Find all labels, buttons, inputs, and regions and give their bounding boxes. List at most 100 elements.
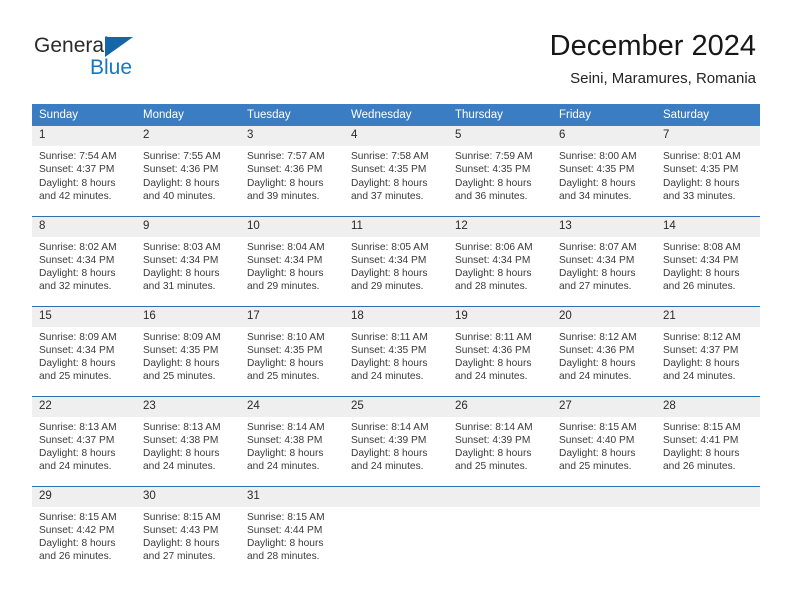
sunrise-time: Sunrise: 8:02 AM bbox=[39, 241, 117, 253]
day-number: 19 bbox=[448, 306, 552, 327]
daylight-duration: Daylight: 8 hours bbox=[559, 268, 636, 280]
daylight-duration: Daylight: 8 hours bbox=[663, 268, 740, 280]
daylight-duration: and 24 minutes. bbox=[455, 371, 528, 383]
sunrise-time: Sunrise: 7:58 AM bbox=[351, 151, 429, 162]
day-number: 17 bbox=[240, 306, 344, 327]
sunset-time: Sunset: 4:44 PM bbox=[247, 524, 323, 536]
calendar-day-cell[interactable]: 10 Sunrise: 8:04 AM Sunset: 4:34 PM Dayligh… bbox=[240, 215, 344, 306]
daylight-duration: Daylight: 8 hours bbox=[143, 538, 220, 550]
calendar-day-cell[interactable]: 7 Sunrise: 8:01 AM Sunset: 4:35 PM Daylight… bbox=[656, 126, 760, 216]
day-number bbox=[552, 486, 656, 507]
daylight-duration: Daylight: 8 hours bbox=[143, 268, 220, 280]
sunrise-time: Sunrise: 8:12 AM bbox=[663, 331, 741, 343]
sunrise-time: Sunrise: 8:13 AM bbox=[39, 421, 117, 433]
logo-text-blue: Blue bbox=[90, 56, 133, 79]
calendar-day-cell[interactable]: 22 Sunrise: 8:13 AM Sunset: 4:37 PM Dayligh… bbox=[32, 395, 136, 486]
calendar-day-cell[interactable]: 14 Sunrise: 8:08 AM Sunset: 4:34 PM Dayligh… bbox=[656, 215, 760, 306]
sunset-time: Sunset: 4:42 PM bbox=[39, 524, 115, 536]
sunrise-time: Sunrise: 8:15 AM bbox=[663, 421, 741, 433]
sunset-time: Sunset: 4:37 PM bbox=[39, 434, 115, 446]
sunrise-time: Sunrise: 8:05 AM bbox=[351, 241, 429, 253]
calendar-day-cell[interactable]: 28 Sunrise: 8:15 AM Sunset: 4:41 PM Dayligh… bbox=[656, 395, 760, 486]
day-sun-info: Sunrise: 8:00 AM Sunset: 4:35 PM Daylight:… bbox=[552, 146, 656, 203]
day-sun-info: Sunrise: 7:58 AM Sunset: 4:35 PM Daylight:… bbox=[344, 146, 448, 203]
sunset-time: Sunset: 4:37 PM bbox=[663, 344, 739, 356]
day-number: 14 bbox=[656, 216, 760, 237]
daylight-duration: and 26 minutes. bbox=[663, 461, 736, 473]
sunset-time: Sunset: 4:35 PM bbox=[143, 344, 219, 356]
daylight-duration: Daylight: 8 hours bbox=[143, 448, 220, 460]
sunset-time: Sunset: 4:39 PM bbox=[455, 434, 531, 446]
sunset-time: Sunset: 4:41 PM bbox=[663, 434, 739, 446]
sunset-time: Sunset: 4:36 PM bbox=[247, 164, 323, 176]
sunrise-time: Sunrise: 8:14 AM bbox=[455, 421, 533, 433]
calendar-day-cell[interactable]: 5 Sunrise: 7:59 AM Sunset: 4:35 PM Daylight… bbox=[448, 126, 552, 216]
daylight-duration: and 24 minutes. bbox=[39, 461, 112, 473]
sunset-time: Sunset: 4:35 PM bbox=[351, 164, 427, 176]
day-number: 21 bbox=[656, 306, 760, 327]
daylight-duration: Daylight: 8 hours bbox=[351, 268, 428, 280]
day-number: 28 bbox=[656, 396, 760, 417]
daylight-duration: Daylight: 8 hours bbox=[351, 448, 428, 460]
calendar-day-cell[interactable]: 6 Sunrise: 8:00 AM Sunset: 4:35 PM Daylight… bbox=[552, 126, 656, 216]
daylight-duration: and 24 minutes. bbox=[351, 371, 424, 383]
location-subtitle: Seini, Maramures, Romania bbox=[570, 70, 756, 87]
daylight-duration: Daylight: 8 hours bbox=[143, 358, 220, 370]
calendar-day-cell[interactable]: 17 Sunrise: 8:10 AM Sunset: 4:35 PM Dayligh… bbox=[240, 305, 344, 396]
calendar-day-cell[interactable]: 16 Sunrise: 8:09 AM Sunset: 4:35 PM Dayligh… bbox=[136, 305, 240, 396]
day-sun-info: Sunrise: 8:15 AM Sunset: 4:43 PM Daylight:… bbox=[136, 507, 240, 564]
calendar-day-cell[interactable]: 4 Sunrise: 7:58 AM Sunset: 4:35 PM Daylight… bbox=[344, 126, 448, 216]
calendar-day-cell[interactable]: 27 Sunrise: 8:15 AM Sunset: 4:40 PM Dayligh… bbox=[552, 395, 656, 486]
day-sun-info: Sunrise: 7:59 AM Sunset: 4:35 PM Daylight:… bbox=[448, 146, 552, 203]
page-title: December 2024 bbox=[549, 30, 756, 62]
day-sun-info: Sunrise: 8:03 AM Sunset: 4:34 PM Daylight:… bbox=[136, 237, 240, 294]
daylight-duration: Daylight: 8 hours bbox=[247, 448, 324, 460]
day-number: 18 bbox=[344, 306, 448, 327]
day-sun-info: Sunrise: 8:13 AM Sunset: 4:37 PM Daylight:… bbox=[32, 417, 136, 474]
calendar-day-cell[interactable]: 23 Sunrise: 8:13 AM Sunset: 4:38 PM Dayligh… bbox=[136, 395, 240, 486]
calendar-day-cell[interactable]: 9 Sunrise: 8:03 AM Sunset: 4:34 PM Daylight… bbox=[136, 215, 240, 306]
day-number: 27 bbox=[552, 396, 656, 417]
day-sun-info: Sunrise: 8:12 AM Sunset: 4:37 PM Daylight:… bbox=[656, 327, 760, 384]
day-sun-info: Sunrise: 7:57 AM Sunset: 4:36 PM Daylight:… bbox=[240, 146, 344, 203]
calendar-grid: Sunday Monday Tuesday Wednesday Thursday Frid… bbox=[32, 104, 760, 576]
daylight-duration: Daylight: 8 hours bbox=[663, 448, 740, 460]
day-sun-info: Sunrise: 8:11 AM Sunset: 4:36 PM Daylight:… bbox=[448, 327, 552, 384]
calendar-day-cell[interactable]: 2 Sunrise: 7:55 AM Sunset: 4:36 PM Daylight… bbox=[136, 126, 240, 216]
calendar-day-cell[interactable]: 24 Sunrise: 8:14 AM Sunset: 4:38 PM Dayligh… bbox=[240, 395, 344, 486]
daylight-duration: and 24 minutes. bbox=[559, 371, 632, 383]
logo-triangle-icon bbox=[105, 37, 133, 57]
calendar-day-cell[interactable]: 11 Sunrise: 8:05 AM Sunset: 4:34 PM Dayligh… bbox=[344, 215, 448, 306]
calendar-day-cell[interactable]: 26 Sunrise: 8:14 AM Sunset: 4:39 PM Dayligh… bbox=[448, 395, 552, 486]
calendar-day-cell[interactable]: 12 Sunrise: 8:06 AM Sunset: 4:34 PM Dayligh… bbox=[448, 215, 552, 306]
weekday-header-thursday: Thursday bbox=[448, 104, 552, 126]
calendar-day-cell[interactable]: 19 Sunrise: 8:11 AM Sunset: 4:36 PM Dayligh… bbox=[448, 305, 552, 396]
calendar-day-cell[interactable]: 31 Sunrise: 8:15 AM Sunset: 4:44 PM Dayligh… bbox=[240, 485, 344, 576]
calendar-day-cell[interactable]: 3 Sunrise: 7:57 AM Sunset: 4:36 PM Daylight… bbox=[240, 126, 344, 216]
day-number: 4 bbox=[344, 126, 448, 146]
day-number bbox=[448, 486, 552, 507]
daylight-duration: and 28 minutes. bbox=[455, 281, 528, 293]
day-number: 11 bbox=[344, 216, 448, 237]
calendar-table: Sunday Monday Tuesday Wednesday Thursday Frid… bbox=[32, 104, 760, 576]
calendar-week-row: 22 Sunrise: 8:13 AM Sunset: 4:37 PM Dayligh… bbox=[32, 395, 760, 486]
calendar-day-cell[interactable]: 25 Sunrise: 8:14 AM Sunset: 4:39 PM Dayligh… bbox=[344, 395, 448, 486]
calendar-day-cell[interactable]: 8 Sunrise: 8:02 AM Sunset: 4:34 PM Daylight… bbox=[32, 215, 136, 306]
calendar-day-cell[interactable]: 13 Sunrise: 8:07 AM Sunset: 4:34 PM Dayligh… bbox=[552, 215, 656, 306]
sunset-time: Sunset: 4:34 PM bbox=[39, 254, 115, 266]
sunrise-time: Sunrise: 8:15 AM bbox=[39, 511, 117, 523]
day-sun-info: Sunrise: 8:14 AM Sunset: 4:39 PM Daylight:… bbox=[344, 417, 448, 474]
calendar-day-cell[interactable]: 29 Sunrise: 8:15 AM Sunset: 4:42 PM Dayligh… bbox=[32, 485, 136, 576]
calendar-day-cell[interactable]: 30 Sunrise: 8:15 AM Sunset: 4:43 PM Dayligh… bbox=[136, 485, 240, 576]
calendar-day-cell[interactable]: 15 Sunrise: 8:09 AM Sunset: 4:34 PM Dayligh… bbox=[32, 305, 136, 396]
day-number: 23 bbox=[136, 396, 240, 417]
day-number: 5 bbox=[448, 126, 552, 146]
calendar-day-cell[interactable]: 20 Sunrise: 8:12 AM Sunset: 4:36 PM Dayligh… bbox=[552, 305, 656, 396]
daylight-duration: and 25 minutes. bbox=[559, 461, 632, 473]
sunset-time: Sunset: 4:34 PM bbox=[351, 254, 427, 266]
day-sun-info: Sunrise: 8:15 AM Sunset: 4:44 PM Daylight:… bbox=[240, 507, 344, 564]
calendar-day-cell[interactable]: 1 Sunrise: 7:54 AM Sunset: 4:37 PM Daylight… bbox=[32, 126, 136, 216]
sunset-time: Sunset: 4:34 PM bbox=[247, 254, 323, 266]
calendar-day-cell[interactable]: 21 Sunrise: 8:12 AM Sunset: 4:37 PM Dayligh… bbox=[656, 305, 760, 396]
calendar-day-cell[interactable]: 18 Sunrise: 8:11 AM Sunset: 4:35 PM Dayligh… bbox=[344, 305, 448, 396]
